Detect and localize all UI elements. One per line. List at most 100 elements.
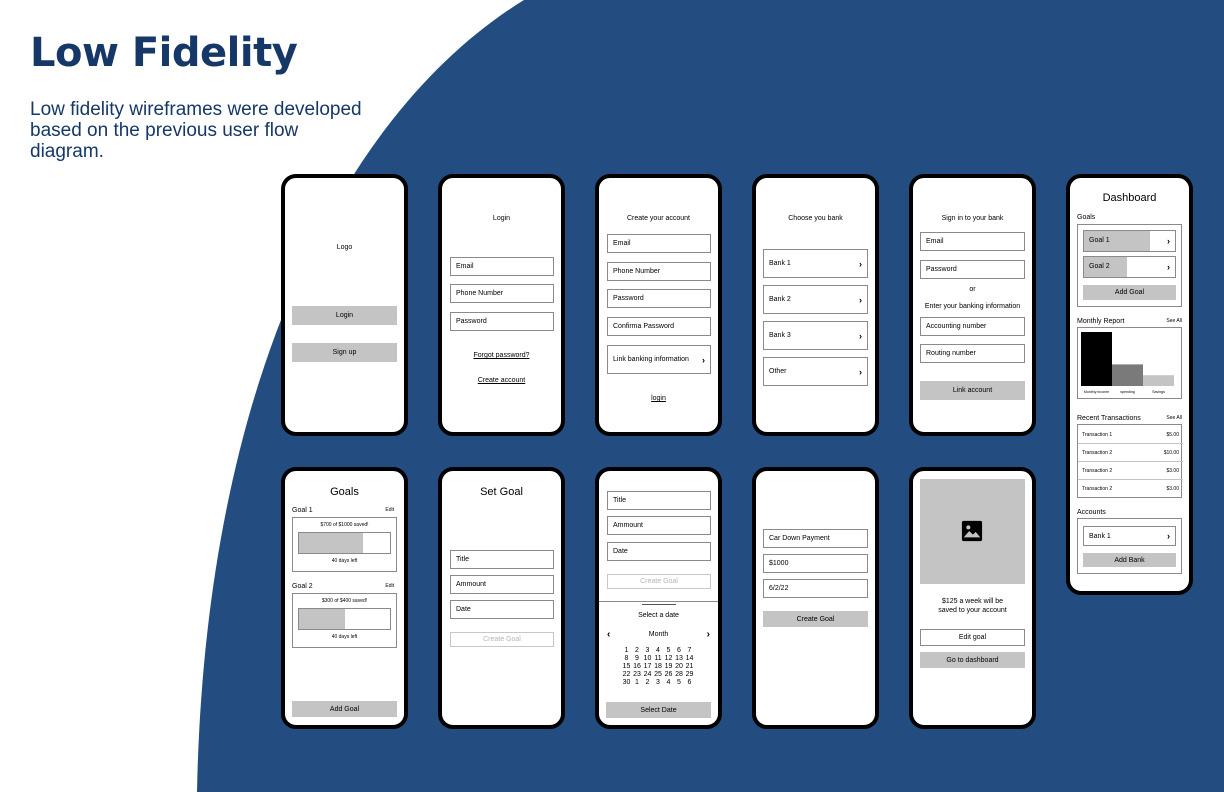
month-label: Month bbox=[648, 631, 669, 638]
chevron-right-icon: › bbox=[859, 294, 862, 305]
routing-number-field[interactable]: Routing number bbox=[920, 344, 1025, 363]
calendar-day[interactable]: 3 bbox=[642, 647, 653, 654]
transaction-row[interactable]: Transaction 1 $5.00 bbox=[1078, 427, 1183, 444]
calendar-day[interactable]: 15 bbox=[621, 663, 632, 670]
edit-link[interactable]: Edit bbox=[385, 507, 394, 513]
date-field[interactable]: 6/2/22 bbox=[763, 579, 868, 598]
calendar-day[interactable]: 5 bbox=[674, 679, 685, 686]
calendar-day[interactable]: 5 bbox=[663, 647, 674, 654]
calendar-day[interactable]: 6 bbox=[684, 679, 695, 686]
transaction-name: Transaction 2 bbox=[1082, 468, 1113, 474]
create-goal-button[interactable]: Create Goal bbox=[607, 574, 711, 589]
add-goal-button[interactable]: Add Goal bbox=[292, 701, 397, 717]
title-field[interactable]: Title bbox=[450, 550, 554, 569]
see-all-link[interactable]: See All bbox=[1166, 318, 1182, 324]
forgot-password-link[interactable]: Forgot password? bbox=[442, 352, 561, 359]
chevron-right-icon[interactable]: › bbox=[707, 629, 710, 640]
create-goal-button[interactable]: Create Goal bbox=[763, 611, 868, 627]
bank-row[interactable]: Bank 3 › bbox=[763, 321, 868, 350]
phone-field[interactable]: Phone Number bbox=[450, 284, 554, 303]
transaction-row[interactable]: Transaction 2 $3.00 bbox=[1078, 463, 1183, 480]
calendar-day[interactable]: 22 bbox=[621, 671, 632, 678]
email-field[interactable]: Email bbox=[920, 232, 1025, 251]
calendar-day[interactable]: 7 bbox=[684, 647, 695, 654]
calendar-day[interactable]: 29 bbox=[684, 671, 695, 678]
title-field[interactable]: Car Down Payment bbox=[763, 529, 868, 548]
dashboard-goal-row[interactable]: Goal 2 › bbox=[1083, 256, 1176, 278]
edit-link[interactable]: Edit bbox=[385, 583, 394, 589]
bank-row[interactable]: Other › bbox=[763, 357, 868, 386]
account-bank-row[interactable]: Bank 1 › bbox=[1083, 526, 1176, 546]
calendar-day[interactable]: 1 bbox=[632, 679, 643, 686]
transaction-row[interactable]: Transaction 2 $3.00 bbox=[1078, 480, 1183, 497]
see-all-link[interactable]: See All bbox=[1166, 415, 1182, 421]
go-to-dashboard-button[interactable]: Go to dashboard bbox=[920, 652, 1025, 668]
password-field[interactable]: Password bbox=[450, 312, 554, 331]
calendar-day[interactable]: 6 bbox=[674, 647, 685, 654]
calendar-day[interactable]: 17 bbox=[642, 663, 653, 670]
calendar-day[interactable]: 23 bbox=[632, 671, 643, 678]
link-banking-row[interactable]: Link banking information › bbox=[607, 345, 711, 374]
email-field[interactable]: Email bbox=[450, 257, 554, 276]
goal-name: Goal 1 bbox=[1089, 237, 1110, 244]
calendar-day[interactable]: 9 bbox=[632, 655, 643, 662]
date-field[interactable]: Date bbox=[607, 542, 711, 561]
amount-field[interactable]: $1000 bbox=[763, 554, 868, 573]
create-goal-button[interactable]: Create Goal bbox=[450, 632, 554, 647]
email-field[interactable]: Email bbox=[607, 234, 711, 253]
calendar-day[interactable]: 10 bbox=[642, 655, 653, 662]
phone-login: Login Email Phone Number Password Forgot… bbox=[438, 174, 565, 436]
select-date-button[interactable]: Select Date bbox=[606, 702, 711, 718]
calendar-day[interactable]: 25 bbox=[653, 671, 664, 678]
calendar-day[interactable]: 21 bbox=[684, 663, 695, 670]
date-field[interactable]: Date bbox=[450, 600, 554, 619]
transaction-amount: $10.00 bbox=[1163, 450, 1179, 456]
amount-field[interactable]: Ammount bbox=[607, 516, 711, 535]
calendar-day[interactable]: 24 bbox=[642, 671, 653, 678]
calendar-day[interactable]: 16 bbox=[632, 663, 643, 670]
chart-bar bbox=[1081, 332, 1112, 386]
calendar-day[interactable]: 4 bbox=[653, 647, 664, 654]
bank-row[interactable]: Bank 1 › bbox=[763, 249, 868, 278]
add-bank-button[interactable]: Add Bank bbox=[1083, 553, 1176, 567]
transaction-row[interactable]: Transaction 2 $10.00 bbox=[1078, 445, 1183, 462]
title-field[interactable]: Title bbox=[607, 491, 711, 510]
dashboard-goal-row[interactable]: Goal 1 › bbox=[1083, 230, 1176, 252]
edit-goal-button[interactable]: Edit goal bbox=[920, 629, 1025, 646]
sheet-handle[interactable] bbox=[642, 604, 676, 605]
calendar-day[interactable]: 4 bbox=[663, 679, 674, 686]
calendar-day[interactable]: 26 bbox=[663, 671, 674, 678]
signup-button[interactable]: Sign up bbox=[292, 343, 397, 362]
calendar-day[interactable]: 8 bbox=[621, 655, 632, 662]
calendar-day[interactable]: 30 bbox=[621, 679, 632, 686]
amount-field[interactable]: Ammount bbox=[450, 575, 554, 594]
calendar-day[interactable]: 18 bbox=[653, 663, 664, 670]
link-account-button[interactable]: Link account bbox=[920, 381, 1025, 400]
phone-set-goal: Set Goal Title Ammount Date Create Goal bbox=[438, 467, 565, 729]
calendar-day[interactable]: 14 bbox=[684, 655, 695, 662]
calendar-day[interactable]: 2 bbox=[642, 679, 653, 686]
calendar-day[interactable]: 19 bbox=[663, 663, 674, 670]
calendar-day[interactable]: 20 bbox=[674, 663, 685, 670]
bank-row[interactable]: Bank 2 › bbox=[763, 285, 868, 314]
phone-choose-bank: Choose you bank Bank 1 › Bank 2 › Bank 3… bbox=[752, 174, 879, 436]
password-field[interactable]: Password bbox=[920, 260, 1025, 279]
login-button[interactable]: Login bbox=[292, 306, 397, 325]
create-account-link[interactable]: Create account bbox=[442, 377, 561, 384]
calendar-day[interactable]: 1 bbox=[621, 647, 632, 654]
calendar-day[interactable]: 11 bbox=[653, 655, 664, 662]
add-goal-button[interactable]: Add Goal bbox=[1083, 285, 1176, 300]
accounting-number-field[interactable]: Accounting number bbox=[920, 317, 1025, 336]
confirm-password-field[interactable]: Confirma Password bbox=[607, 317, 711, 336]
calendar-day[interactable]: 2 bbox=[632, 647, 643, 654]
login-link[interactable]: login bbox=[599, 395, 718, 402]
calendar-day[interactable]: 12 bbox=[663, 655, 674, 662]
create-account-heading: Create your account bbox=[626, 215, 691, 222]
password-field[interactable]: Password bbox=[607, 289, 711, 308]
phone-field[interactable]: Phone Number bbox=[607, 262, 711, 281]
phone-create-account: Create your account Email Phone Number P… bbox=[595, 174, 722, 436]
calendar-day[interactable]: 13 bbox=[674, 655, 685, 662]
calendar-day[interactable]: 3 bbox=[653, 679, 664, 686]
goal-saved-text: $300 of $400 saved! bbox=[321, 598, 368, 604]
calendar-day[interactable]: 28 bbox=[674, 671, 685, 678]
